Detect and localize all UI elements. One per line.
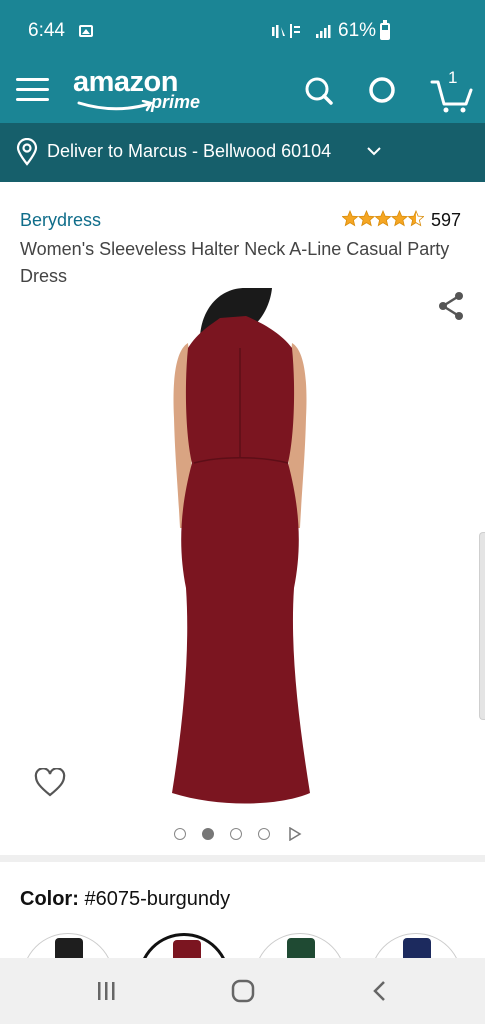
scroll-handle[interactable]: [479, 532, 485, 720]
star-icon: [357, 210, 376, 227]
star-icon: [390, 210, 409, 227]
product-image[interactable]: [160, 288, 320, 813]
image-carousel-dots: [174, 826, 314, 842]
section-divider: [0, 855, 485, 862]
location-pin-icon: [16, 138, 38, 166]
menu-icon[interactable]: [16, 74, 50, 104]
star-icon: [407, 210, 424, 227]
color-value: #6075-burgundy: [84, 888, 231, 910]
smile-icon: [77, 100, 153, 112]
video-play-icon[interactable]: [288, 827, 302, 841]
star-icon: [374, 210, 392, 227]
brand-link[interactable]: Berydress: [20, 210, 101, 231]
carousel-dot[interactable]: [174, 828, 186, 840]
image-icon: [79, 25, 93, 37]
signal-icon: [272, 22, 336, 47]
logo-prime: prime: [151, 92, 201, 112]
chevron-down-icon: [367, 147, 381, 156]
carousel-dot[interactable]: [230, 828, 242, 840]
product-title: Women's Sleeveless Halter Neck A-Line Ca…: [20, 239, 450, 286]
recents-icon[interactable]: [84, 972, 128, 1012]
review-count[interactable]: 597: [431, 210, 461, 231]
share-icon[interactable]: [435, 290, 467, 322]
battery-icon: [380, 20, 390, 40]
cart-count: 1: [448, 68, 458, 87]
home-icon[interactable]: [221, 972, 265, 1012]
status-bar: 6:44 61%: [0, 0, 485, 64]
app-header: amazon prime: [0, 64, 485, 123]
color-label: Color:: [20, 888, 79, 910]
alexa-icon[interactable]: [362, 72, 402, 112]
status-time: 6:44: [28, 20, 65, 41]
battery-level: 61%: [338, 20, 377, 41]
system-nav-bar: [0, 958, 485, 1024]
star-icon: [342, 210, 359, 227]
search-icon[interactable]: [300, 72, 340, 112]
deliver-to-bar[interactable]: Deliver to Marcus - Bellwood 60104: [0, 123, 485, 182]
color-selector-label: Color: #6075-burgundy: [20, 888, 230, 911]
heart-icon[interactable]: [34, 768, 66, 798]
amazon-prime-logo[interactable]: amazon prime: [73, 66, 213, 116]
carousel-dot[interactable]: [202, 828, 214, 840]
carousel-dot[interactable]: [258, 828, 270, 840]
star-rating[interactable]: [342, 210, 424, 228]
deliver-to-text: Deliver to Marcus - Bellwood 60104: [47, 141, 332, 161]
back-icon[interactable]: [358, 972, 402, 1012]
dress-shape: [172, 316, 310, 804]
